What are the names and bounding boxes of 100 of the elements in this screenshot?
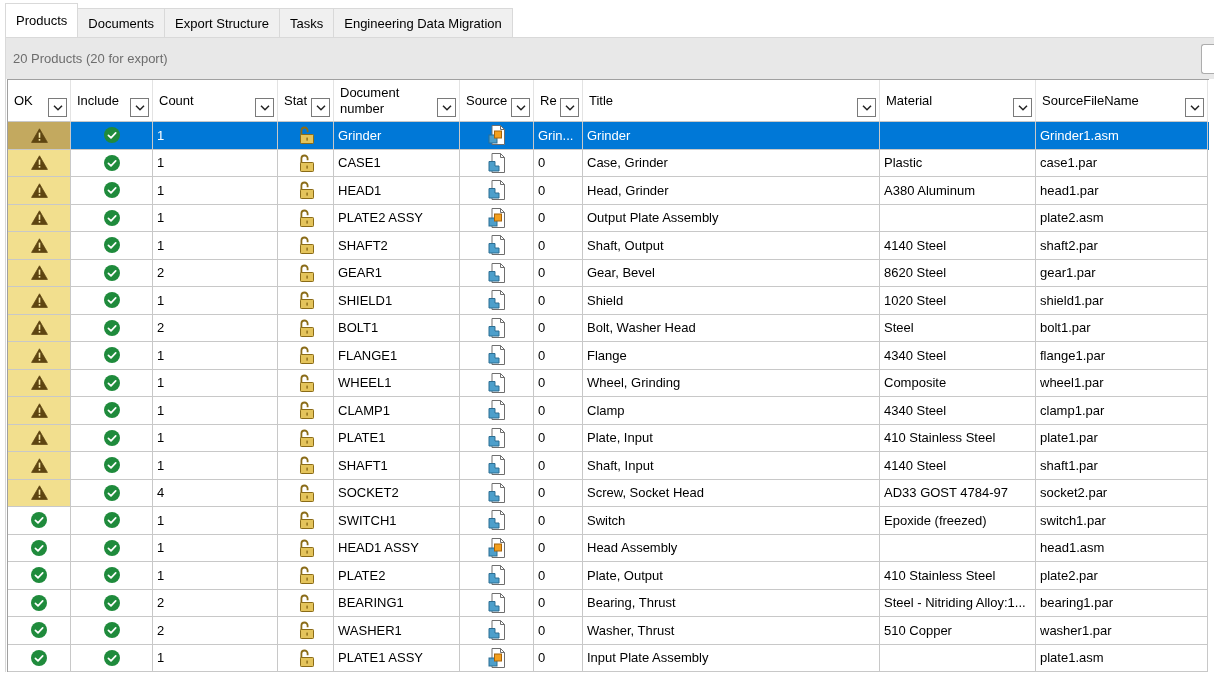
table-cell: WHEEL1 (334, 369, 460, 397)
table-row[interactable]: 1 SHIELD1 0 Shield 1020 Steel shield1.par (8, 287, 1209, 315)
table-cell: Head, Grinder (583, 177, 880, 205)
tab[interactable]: Documents (77, 8, 166, 37)
table-cell: PLATE2 (334, 562, 460, 590)
table-cell: Grinder (583, 122, 880, 150)
tab[interactable]: Tasks (279, 8, 335, 37)
filter-button[interactable] (1185, 98, 1204, 117)
table-cell: 1 (153, 149, 278, 177)
column-header: Material (886, 92, 933, 109)
table-cell: 1 (153, 397, 278, 425)
filter-button[interactable] (560, 98, 579, 117)
table-cell: Screw, Socket Head (583, 479, 880, 507)
table-cell: 0 (534, 369, 583, 397)
column-header: OK (14, 92, 33, 109)
table-cell: 1 (153, 342, 278, 370)
table-row[interactable]: 1 SHAFT1 0 Shaft, Input 4140 Steel shaft1.par (8, 452, 1209, 480)
table-cell: 0 (534, 149, 583, 177)
table-cell: BEARING1 (334, 589, 460, 617)
table-cell: Steel - Nitriding Alloy:1... (880, 589, 1036, 617)
filter-button[interactable] (255, 98, 274, 117)
table-cell: Flange (583, 342, 880, 370)
table-cell: Shaft, Input (583, 452, 880, 480)
table-row[interactable]: 1 SHAFT2 0 Shaft, Output 4140 Steel shaft2.par (8, 232, 1209, 260)
table-cell: 0 (534, 534, 583, 562)
table-cell: FLANGE1 (334, 342, 460, 370)
table-row[interactable]: 1 CLAMP1 0 Clamp 4340 Steel clamp1.par (8, 397, 1209, 425)
table-row[interactable]: 1 PLATE1 0 Plate, Input 410 Stainless Steel plate1.par (8, 424, 1209, 452)
table-cell: head1.asm (1036, 534, 1208, 562)
table-cell: GEAR1 (334, 259, 460, 287)
table-cell: 1 (153, 177, 278, 205)
table-cell: 0 (534, 424, 583, 452)
table-cell: CLAMP1 (334, 397, 460, 425)
column-header: Re (540, 92, 557, 109)
chevron-down-icon (515, 104, 526, 111)
table-cell: PLATE2 ASSY (334, 204, 460, 232)
table-row[interactable]: 1 FLANGE1 0 Flange 4340 Steel flange1.par (8, 342, 1209, 370)
chevron-down-icon (315, 104, 326, 111)
filter-button[interactable] (437, 98, 456, 117)
table-cell: 0 (534, 617, 583, 645)
table-cell: PLATE1 ASSY (334, 644, 460, 672)
table-cell: Plate, Output (583, 562, 880, 590)
table-cell: 2 (153, 617, 278, 645)
table-row[interactable]: 2 BOLT1 0 Bolt, Washer Head Steel bolt1.par (8, 314, 1209, 342)
filter-button[interactable] (311, 98, 330, 117)
table-cell: 1 (153, 424, 278, 452)
table-cell: Grin... (534, 122, 583, 150)
table-row[interactable]: 1 HEAD1 ASSY 0 Head Assembly head1.asm (8, 534, 1209, 562)
table-cell: 0 (534, 479, 583, 507)
table-cell: gear1.par (1036, 259, 1208, 287)
table-cell: shaft2.par (1036, 232, 1208, 260)
table-cell: Switch (583, 507, 880, 535)
table-row[interactable]: 4 SOCKET2 0 Screw, Socket Head AD33 GOST 4784-97 socket2.par (8, 479, 1209, 507)
table-cell: 1 (153, 644, 278, 672)
filter-button[interactable] (857, 98, 876, 117)
table-row[interactable]: 1 HEAD1 0 Head, Grinder A380 Aluminum head1.par (8, 177, 1209, 205)
table-row[interactable]: 1 WHEEL1 0 Wheel, Grinding Composite wheel1.par (8, 369, 1209, 397)
table-cell: 0 (534, 342, 583, 370)
table-cell: switch1.par (1036, 507, 1208, 535)
table-row[interactable]: 1 SWITCH1 0 Switch Epoxide (freezed) switch1.par (8, 507, 1209, 535)
table-cell: SWITCH1 (334, 507, 460, 535)
column-header: Source (466, 92, 508, 109)
chevron-down-icon (564, 104, 575, 111)
filter-button[interactable] (511, 98, 530, 117)
filter-button[interactable] (1013, 98, 1032, 117)
table-row[interactable]: 1 PLATE2 ASSY 0 Output Plate Assembly plate2.asm (8, 204, 1209, 232)
table-row[interactable]: 2 BEARING1 0 Bearing, Thrust Steel - Nitriding Alloy:1... bearing1.par (8, 589, 1209, 617)
table-cell: Gear, Bevel (583, 259, 880, 287)
tab[interactable]: Products (5, 3, 79, 37)
table-row[interactable]: 1 CASE1 0 Case, Grinder Plastic case1.par (8, 149, 1209, 177)
table-cell: Grinder (334, 122, 460, 150)
filter-button[interactable] (130, 98, 149, 117)
table-cell: plate1.par (1036, 424, 1208, 452)
table-cell: 8620 Steel (880, 259, 1036, 287)
filter-button[interactable] (48, 98, 67, 117)
table-row[interactable]: 1 PLATE1 ASSY 0 Input Plate Assembly plate1.asm (8, 644, 1209, 672)
table-cell: 0 (534, 397, 583, 425)
table-cell: Grinder1.asm (1036, 122, 1208, 150)
table-cell: SHAFT2 (334, 232, 460, 260)
chevron-down-icon (441, 104, 452, 111)
table-cell: Case, Grinder (583, 149, 880, 177)
table-cell: Clamp (583, 397, 880, 425)
table-row[interactable]: 2 GEAR1 0 Gear, Bevel 8620 Steel gear1.par (8, 259, 1209, 287)
table-cell: 410 Stainless Steel (880, 424, 1036, 452)
input-field[interactable] (1201, 43, 1214, 74)
tab[interactable]: Engineering Data Migration (333, 8, 513, 37)
table-row[interactable]: 1 Grinder Grin... Grinder Grinder1.asm (8, 122, 1209, 150)
table-cell: 0 (534, 314, 583, 342)
tab[interactable]: Export Structure (164, 8, 280, 37)
chevron-down-icon (1017, 104, 1028, 111)
table-cell: Epoxide (freezed) (880, 507, 1036, 535)
table-cell: 1 (153, 507, 278, 535)
table-row[interactable]: 1 PLATE2 0 Plate, Output 410 Stainless Steel plate2.par (8, 562, 1209, 590)
table-cell: plate1.asm (1036, 644, 1208, 672)
table-cell: case1.par (1036, 149, 1208, 177)
table-cell: 0 (534, 507, 583, 535)
column-header: Title (589, 92, 614, 109)
table-cell: Composite (880, 369, 1036, 397)
table-cell: 0 (534, 232, 583, 260)
table-row[interactable]: 2 WASHER1 0 Washer, Thrust 510 Copper washer1.par (8, 617, 1209, 645)
